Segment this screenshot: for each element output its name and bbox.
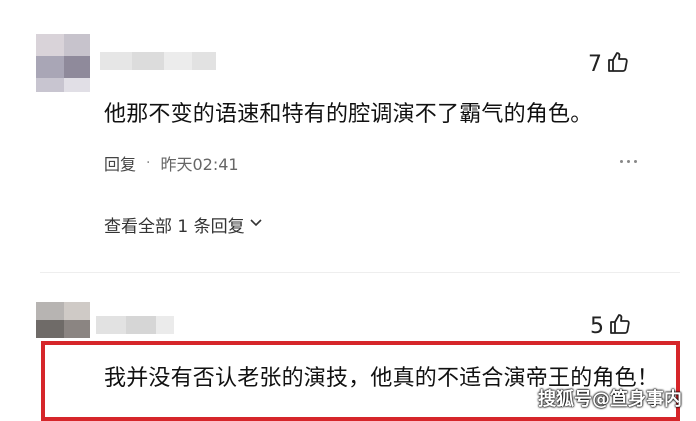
view-replies-link[interactable]: 查看全部 1 条回复	[104, 212, 263, 237]
chevron-down-icon	[249, 215, 263, 234]
thumbs-up-icon	[606, 50, 630, 78]
more-options-icon[interactable]	[620, 160, 637, 163]
watermark: 搜狐号@笪身事内	[538, 389, 682, 410]
separator-dot: ·	[146, 155, 151, 171]
like-button[interactable]: 7	[588, 50, 630, 78]
thumbs-up-icon	[608, 312, 632, 340]
comment-text: 他那不变的语速和特有的腔调演不了霸气的角色。	[104, 102, 593, 127]
like-button[interactable]: 5	[590, 312, 632, 340]
reply-button[interactable]: 回复	[104, 151, 136, 175]
view-replies-label: 查看全部 1 条回复	[104, 217, 245, 237]
like-count: 5	[590, 313, 604, 339]
timestamp: 昨天02:41	[160, 155, 239, 174]
divider	[40, 272, 680, 273]
like-count: 7	[588, 51, 602, 77]
